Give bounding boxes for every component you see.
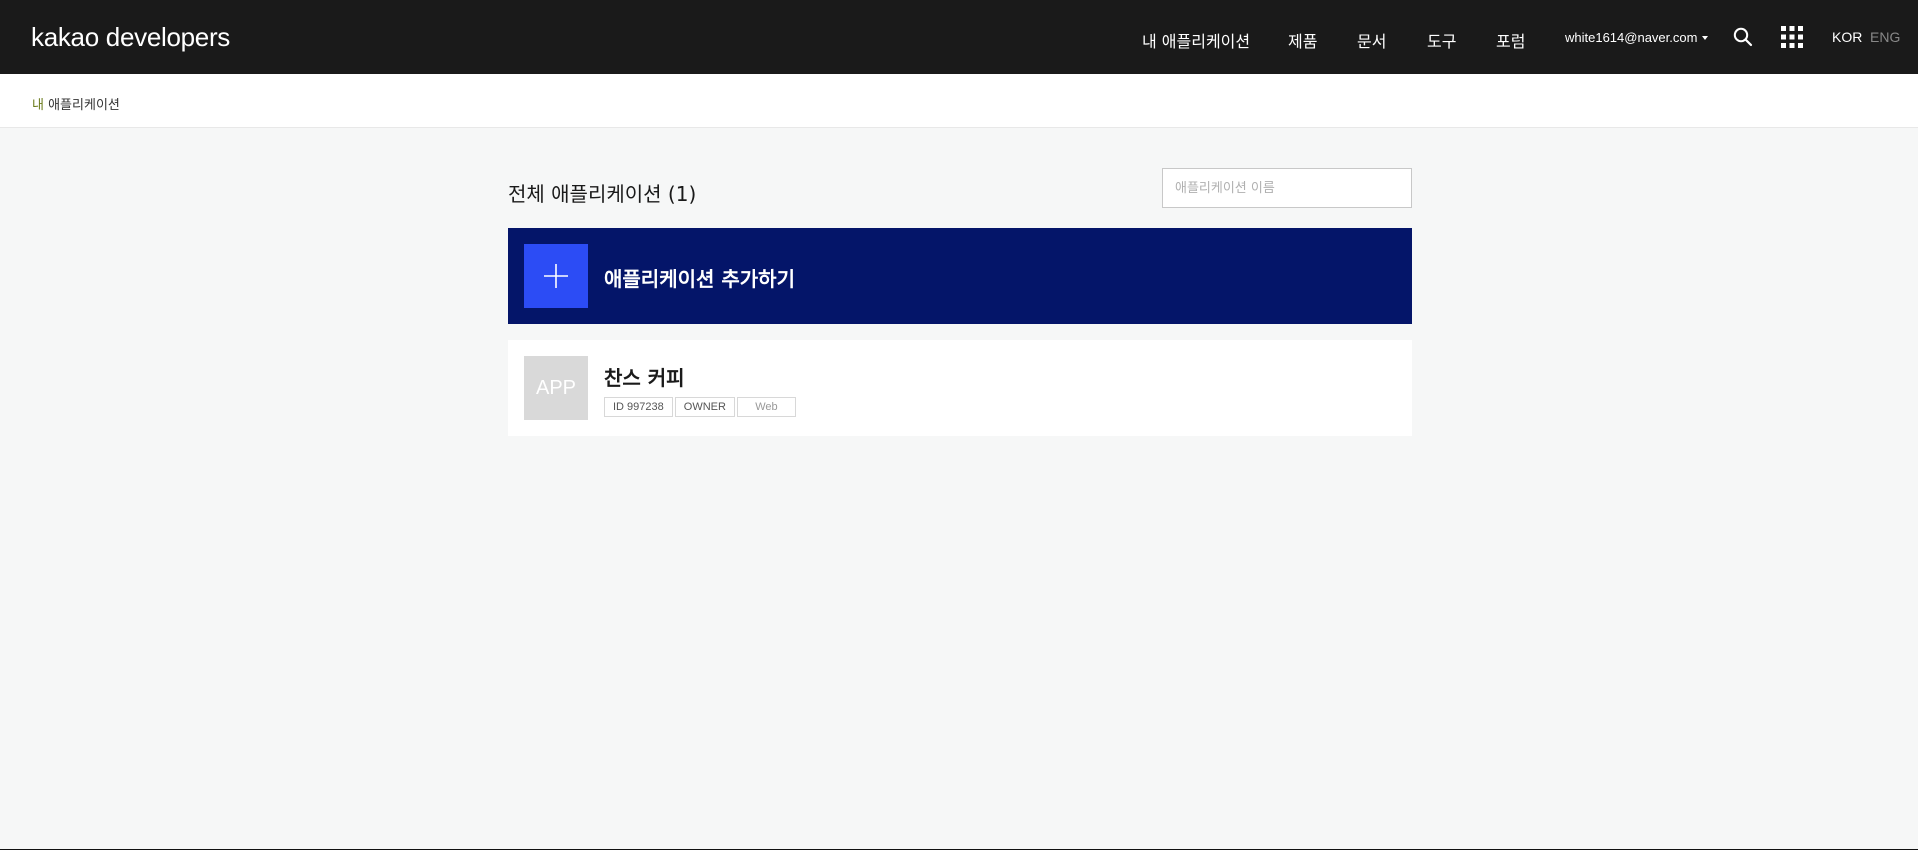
plus-box [524, 244, 588, 308]
breadcrumb-applications: 애플리케이션 [43, 98, 120, 113]
top-navigation-bar: kakao developers 내 애플리케이션 제품 문서 도구 포럼 wh… [0, 0, 1918, 74]
breadcrumb-bar: 내 애플리케이션 [0, 74, 1918, 128]
apps-grid-icon[interactable] [1781, 26, 1803, 48]
page: kakao developers 내 애플리케이션 제품 문서 도구 포럼 wh… [0, 0, 1918, 850]
page-title: 전체 애플리케이션 (1) [508, 182, 697, 206]
caret-down-icon [1702, 36, 1709, 40]
add-application-label: 애플리케이션 추가하기 [604, 267, 795, 291]
breadcrumb-mine: 내 [32, 98, 44, 113]
nav-forum[interactable]: 포럼 [1496, 28, 1525, 52]
nav-docs[interactable]: 문서 [1357, 28, 1386, 52]
nav-products[interactable]: 제품 [1288, 28, 1317, 52]
nav-my-applications[interactable]: 내 애플리케이션 [1142, 28, 1250, 52]
add-application-button[interactable]: 애플리케이션 추가하기 [508, 228, 1412, 324]
app-thumbnail: APP [524, 356, 588, 420]
lang-kor-button[interactable]: KOR [1832, 29, 1862, 45]
user-email: white1614@naver.com [1565, 30, 1698, 45]
lang-eng-button[interactable]: ENG [1870, 29, 1900, 45]
user-account-menu[interactable]: white1614@naver.com [1565, 30, 1709, 45]
kakao-developers-logo[interactable]: kakao developers [31, 22, 230, 53]
application-search-input[interactable] [1162, 168, 1412, 208]
breadcrumb[interactable]: 내 애플리케이션 [32, 94, 120, 113]
nav-tools[interactable]: 도구 [1427, 28, 1456, 52]
application-card[interactable]: APP 찬스 커피 ID 997238 OWNER Web [508, 340, 1412, 436]
app-name: 찬스 커피 [604, 366, 685, 390]
app-role-tag: OWNER [674, 397, 735, 417]
app-id-tag: ID 997238 [604, 397, 673, 417]
app-tags: ID 997238 OWNER Web [604, 397, 798, 417]
app-platform-tag: Web [736, 397, 796, 417]
search-icon[interactable] [1733, 27, 1753, 47]
plus-icon [544, 264, 568, 288]
